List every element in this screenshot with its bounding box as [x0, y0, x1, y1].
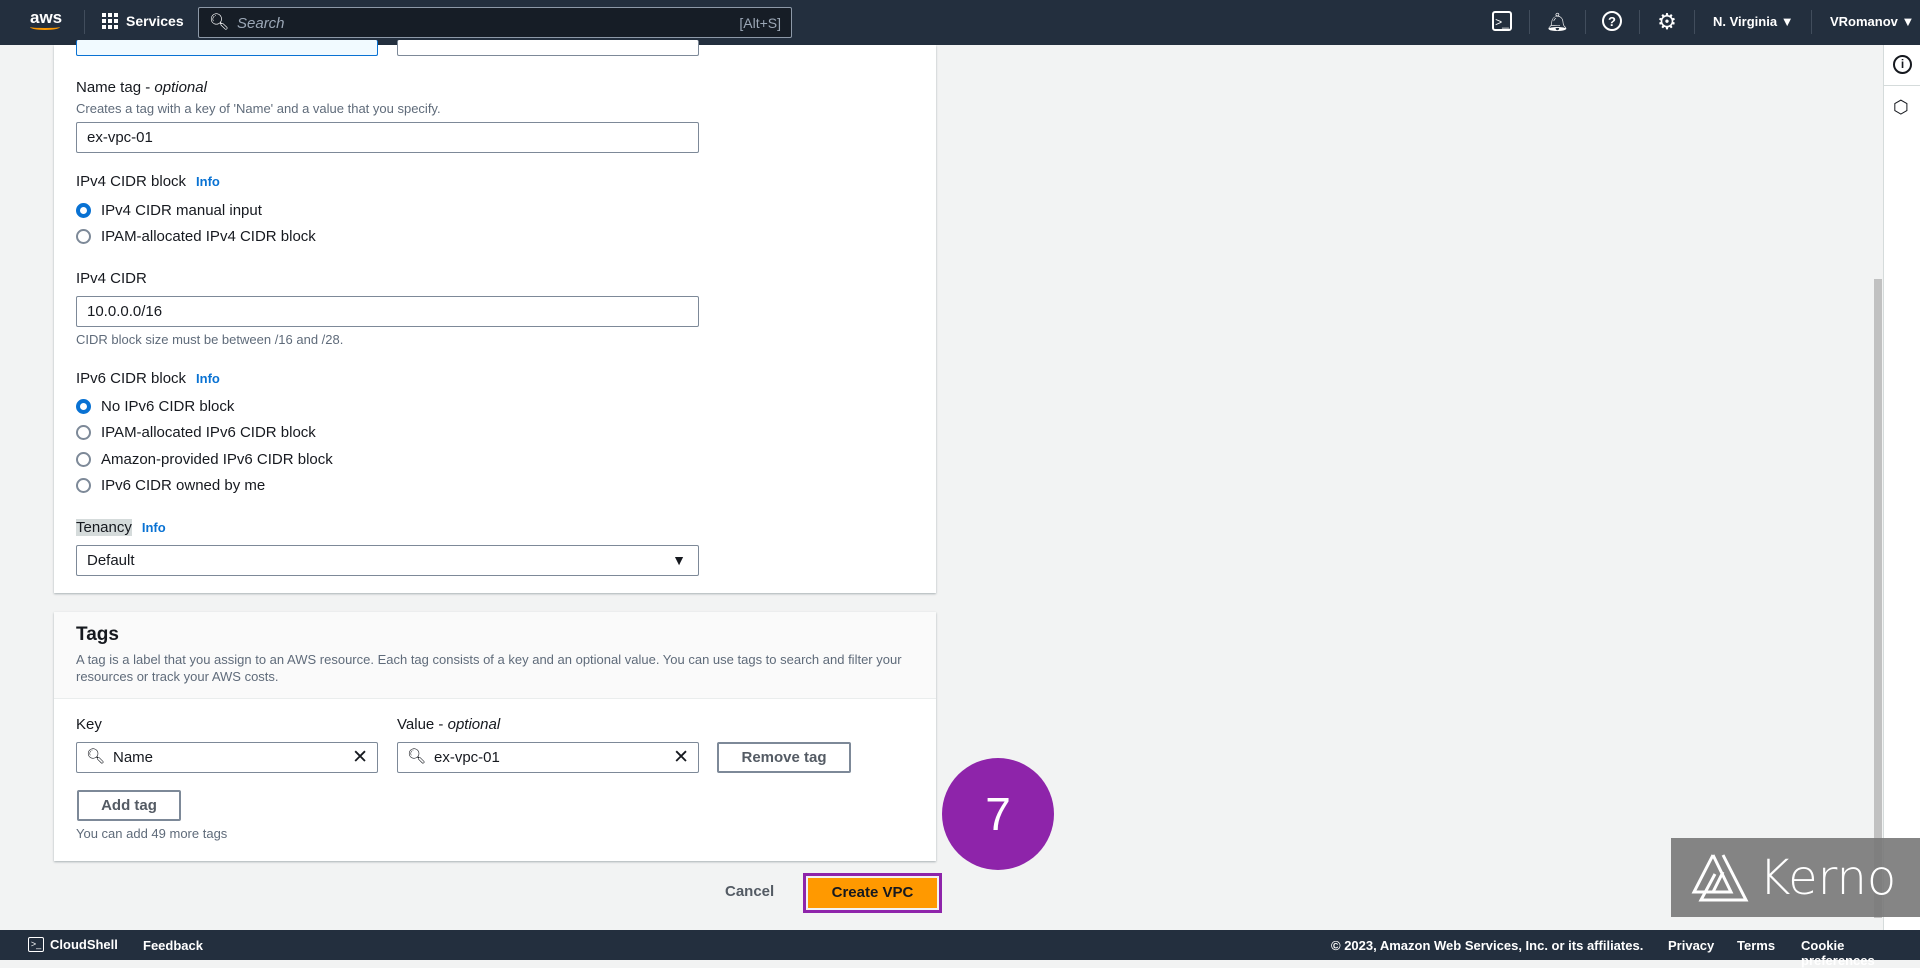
search-icon: 🔍︎: [86, 748, 106, 765]
radio-selected-icon: [76, 399, 91, 414]
radio-icon: [76, 425, 91, 440]
radio-icon: [76, 452, 91, 467]
terms-link[interactable]: Terms: [1737, 938, 1775, 953]
ipv4-cidr-hint: CIDR block size must be between /16 and …: [76, 332, 344, 347]
radio-ipam-ipv6[interactable]: IPAM-allocated IPv6 CIDR block: [76, 424, 316, 441]
name-tag-label: Name tag - optional: [76, 79, 207, 96]
cookie-preferences-link[interactable]: Cookie preferences: [1801, 938, 1920, 968]
ipv4-cidr-input[interactable]: 10.0.0.0/16: [76, 296, 699, 327]
info-link[interactable]: Info: [142, 520, 166, 535]
add-tag-button[interactable]: Add tag: [77, 790, 181, 821]
radio-selected-icon: [76, 203, 91, 218]
gear-icon[interactable]: ⚙: [1656, 11, 1678, 33]
clear-icon[interactable]: ✕: [673, 746, 689, 769]
caret-down-icon: ▼: [1901, 14, 1915, 29]
cancel-button[interactable]: Cancel: [725, 883, 774, 900]
scrollbar-thumb[interactable]: [1874, 279, 1882, 918]
step-badge: 7: [942, 758, 1054, 870]
privacy-link[interactable]: Privacy: [1668, 938, 1714, 953]
cloudshell-link[interactable]: >_ CloudShell: [28, 937, 118, 952]
search-icon: 🔍︎: [407, 748, 427, 765]
caret-down-icon: ▼: [1780, 14, 1794, 29]
tags-description: A tag is a label that you assign to an A…: [76, 652, 902, 684]
create-vpc-highlight: Create VPC: [803, 873, 942, 913]
ipv4-block-label: IPv4 CIDR block Info: [76, 173, 220, 190]
radio-ipv4-manual[interactable]: IPv4 CIDR manual input: [76, 202, 262, 219]
scrollbar[interactable]: [1873, 45, 1883, 930]
services-menu[interactable]: Services: [102, 13, 184, 29]
bell-icon[interactable]: 🔔︎: [1546, 11, 1569, 33]
name-tag-hint: Creates a tag with a key of 'Name' and a…: [76, 101, 441, 116]
kerno-watermark: Kerno: [1671, 838, 1920, 917]
tags-title: Tags: [76, 624, 119, 645]
hexagon-icon[interactable]: ⬡: [1893, 97, 1909, 118]
help-icon[interactable]: ?: [1602, 11, 1622, 31]
key-label: Key: [76, 716, 102, 733]
cloudshell-icon: >_: [28, 937, 44, 952]
remove-tag-button[interactable]: Remove tag: [717, 742, 851, 773]
radio-icon: [76, 229, 91, 244]
info-icon[interactable]: i: [1893, 55, 1912, 74]
info-link[interactable]: Info: [196, 174, 220, 189]
info-link[interactable]: Info: [196, 371, 220, 386]
tag-key-input[interactable]: 🔍︎ Name ✕: [76, 742, 378, 773]
region-selector[interactable]: N. Virginia ▼: [1713, 14, 1794, 29]
radio-icon: [76, 478, 91, 493]
search-input[interactable]: 🔍︎ Search [Alt+S]: [198, 7, 792, 38]
create-vpc-button[interactable]: Create VPC: [808, 878, 937, 908]
radio-owned-ipv6[interactable]: IPv6 CIDR owned by me: [76, 477, 265, 494]
kerno-logo-icon: [1691, 853, 1749, 901]
radio-no-ipv6[interactable]: No IPv6 CIDR block: [76, 398, 234, 415]
footer: >_ CloudShell Feedback © 2023, Amazon Web…: [0, 930, 1920, 968]
aws-logo[interactable]: aws: [30, 8, 62, 30]
tools-panel: i ⬡: [1883, 45, 1920, 930]
name-tag-input[interactable]: ex-vpc-01: [76, 122, 699, 153]
caret-down-icon: ▼: [672, 552, 686, 568]
copyright: © 2023, Amazon Web Services, Inc. or its…: [1331, 938, 1644, 953]
cloudshell-icon[interactable]: >_: [1492, 11, 1512, 31]
radio-amazon-ipv6[interactable]: Amazon-provided IPv6 CIDR block: [76, 451, 333, 468]
search-icon: 🔍︎: [209, 14, 230, 31]
radio-ipam-ipv4[interactable]: IPAM-allocated IPv4 CIDR block: [76, 228, 316, 245]
clear-icon[interactable]: ✕: [352, 746, 368, 769]
feedback-link[interactable]: Feedback: [143, 938, 203, 953]
ipv4-cidr-label: IPv4 CIDR: [76, 270, 147, 287]
top-navigation: aws Services 🔍︎ Search [Alt+S] >_ 🔔︎ ? ⚙…: [0, 0, 1920, 45]
grid-icon: [102, 13, 118, 29]
partial-input[interactable]: [397, 40, 699, 56]
partial-input[interactable]: [76, 40, 378, 56]
tenancy-select[interactable]: Default ▼: [76, 545, 699, 576]
value-label: Value - optional: [397, 716, 501, 733]
ipv6-block-label: IPv6 CIDR block Info: [76, 370, 220, 387]
tags-panel: [54, 612, 936, 861]
user-menu[interactable]: VRomanov ▼: [1830, 14, 1914, 29]
tag-value-input[interactable]: 🔍︎ ex-vpc-01 ✕: [397, 742, 699, 773]
tenancy-label: Tenancy Info: [76, 519, 166, 536]
tags-remaining-hint: You can add 49 more tags: [76, 826, 228, 841]
